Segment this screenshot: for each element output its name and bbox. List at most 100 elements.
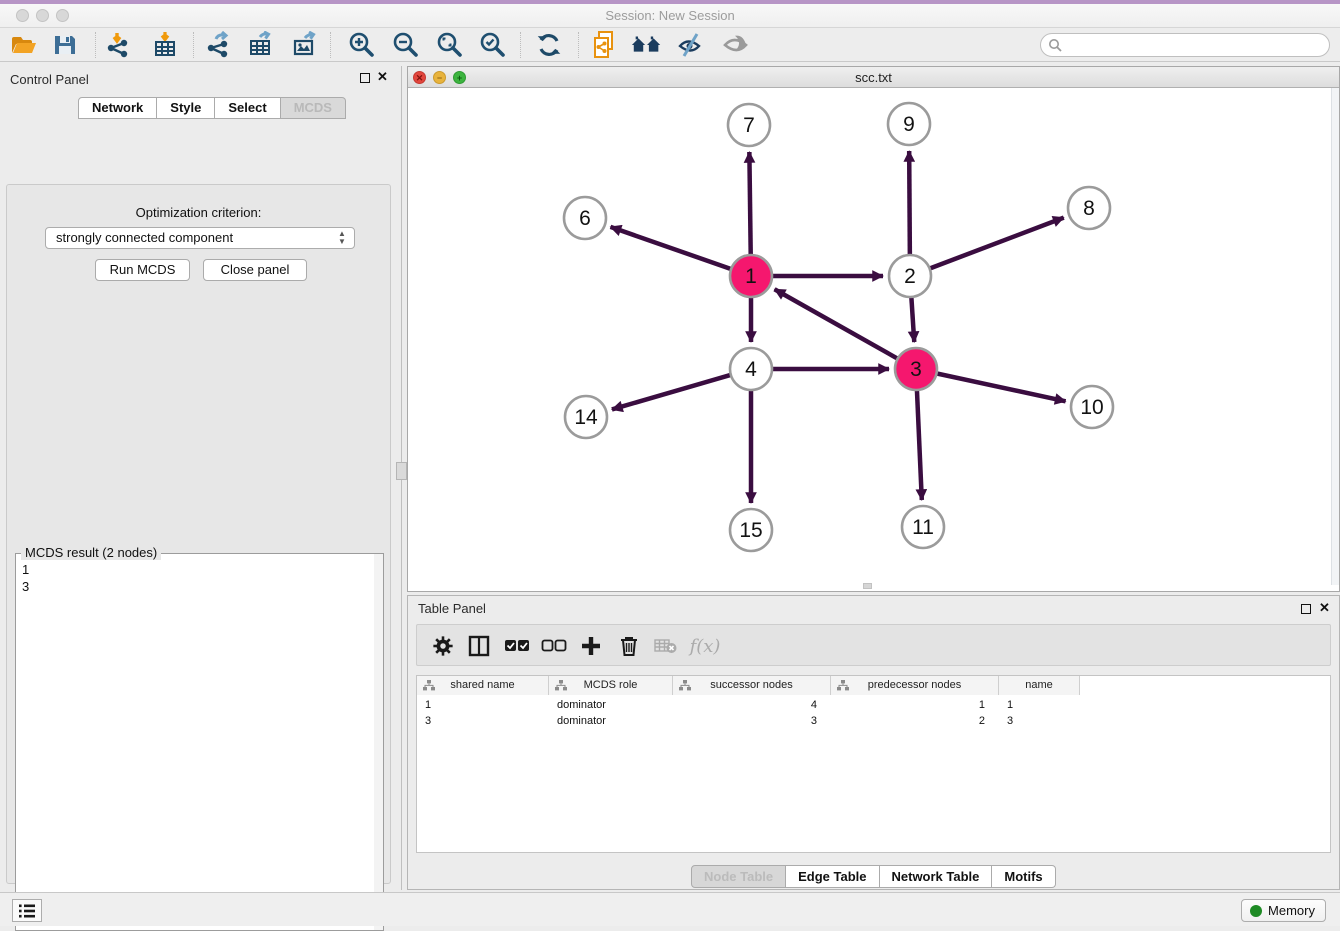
node-table: shared name MCDS role successor nodes pr… <box>416 675 1331 853</box>
svg-text:4: 4 <box>745 358 757 381</box>
edge-3-1[interactable] <box>775 289 900 359</box>
export-image-icon[interactable] <box>288 30 322 60</box>
edge-1-7[interactable] <box>749 152 750 257</box>
hierarchy-icon <box>555 680 567 691</box>
graph-node-15[interactable]: 15 <box>730 509 772 551</box>
graph-node-4[interactable]: 4 <box>730 348 772 390</box>
delete-column-icon[interactable] <box>613 631 645 661</box>
cell-predecessor-nodes[interactable]: 1 <box>831 697 999 713</box>
column-layout-icon[interactable] <box>463 631 495 661</box>
tab-motifs[interactable]: Motifs <box>992 865 1055 888</box>
graph-node-11[interactable]: 11 <box>902 506 944 548</box>
delete-table-icon[interactable] <box>650 631 682 661</box>
column-header-predecessor-nodes[interactable]: predecessor nodes <box>831 676 999 695</box>
float-table-panel-icon[interactable] <box>1301 604 1311 614</box>
graph-node-10[interactable]: 10 <box>1071 386 1113 428</box>
cell-shared-name[interactable]: 1 <box>417 697 549 713</box>
close-panel-icon[interactable]: ✕ <box>377 69 388 85</box>
close-panel-button[interactable]: Close panel <box>203 259 307 281</box>
network-from-selection-icon[interactable] <box>588 30 622 60</box>
tab-style[interactable]: Style <box>157 97 215 119</box>
column-header-name[interactable]: name <box>999 676 1080 695</box>
hide-selected-icon[interactable] <box>674 30 708 60</box>
show-all-icon[interactable] <box>719 30 753 60</box>
mcds-result-title: MCDS result (2 nodes) <box>21 545 161 560</box>
tab-mcds[interactable]: MCDS <box>281 97 346 119</box>
run-mcds-button[interactable]: Run MCDS <box>95 259 190 281</box>
edge-2-9[interactable] <box>909 151 910 257</box>
toolbar-separator <box>193 32 194 58</box>
graph-node-2[interactable]: 2 <box>889 255 931 297</box>
toolbar-separator <box>95 32 96 58</box>
toolbar-separator <box>578 32 579 58</box>
cell-shared-name[interactable]: 3 <box>417 713 549 729</box>
application-window: Session: New Session <box>0 0 1340 926</box>
cell-mcds-role[interactable]: dominator <box>549 713 673 729</box>
graph-node-3[interactable]: 3 <box>895 348 937 390</box>
result-scrollbar[interactable] <box>374 554 383 930</box>
cell-mcds-role[interactable]: dominator <box>549 697 673 713</box>
zoom-selected-icon[interactable] <box>476 30 510 60</box>
graph-node-1[interactable]: 1 <box>730 255 772 297</box>
edge-3-10[interactable] <box>935 373 1066 401</box>
table-row[interactable]: 1 dominator 4 1 1 <box>417 697 1080 713</box>
network-vertical-scrollbar[interactable] <box>1331 88 1339 585</box>
import-network-icon[interactable] <box>101 30 135 60</box>
table-row[interactable]: 3 dominator 3 2 3 <box>417 713 1080 729</box>
tab-network[interactable]: Network <box>78 97 157 119</box>
refresh-icon[interactable] <box>532 30 566 60</box>
list-icon <box>18 903 36 919</box>
cell-successor-nodes[interactable]: 3 <box>673 713 831 729</box>
mcds-result-lines: 1 3 <box>22 561 29 595</box>
float-panel-icon[interactable] <box>360 73 370 83</box>
network-horizontal-scroll-handle[interactable] <box>863 583 872 589</box>
cell-name[interactable]: 1 <box>999 697 1080 713</box>
column-header-successor-nodes[interactable]: successor nodes <box>673 676 831 695</box>
close-table-panel-icon[interactable]: ✕ <box>1319 600 1330 616</box>
export-table-icon[interactable] <box>244 30 278 60</box>
import-table-icon[interactable] <box>148 30 182 60</box>
tab-edge-table[interactable]: Edge Table <box>786 865 879 888</box>
edge-3-11[interactable] <box>917 388 922 500</box>
cell-successor-nodes[interactable]: 4 <box>673 697 831 713</box>
add-column-icon[interactable] <box>575 631 607 661</box>
column-header-mcds-role[interactable]: MCDS role <box>549 676 673 695</box>
select-all-icon[interactable] <box>501 631 533 661</box>
edge-2-8[interactable] <box>928 218 1064 270</box>
edge-2-3[interactable] <box>911 295 914 342</box>
column-header-shared-name[interactable]: shared name <box>417 676 549 695</box>
table-header-row: shared name MCDS role successor nodes pr… <box>417 676 1080 695</box>
mcds-result-area[interactable] <box>15 553 384 931</box>
hierarchy-icon <box>423 680 435 691</box>
tab-network-table[interactable]: Network Table <box>880 865 993 888</box>
tab-select[interactable]: Select <box>215 97 280 119</box>
search-input[interactable] <box>1067 35 1322 55</box>
graph-node-6[interactable]: 6 <box>564 197 606 239</box>
zoom-fit-icon[interactable] <box>433 30 467 60</box>
graph-node-7[interactable]: 7 <box>728 104 770 146</box>
edge-4-14[interactable] <box>612 374 733 409</box>
deselect-all-icon[interactable] <box>538 631 570 661</box>
save-session-icon[interactable] <box>48 30 82 60</box>
zoom-out-icon[interactable] <box>389 30 423 60</box>
graph-node-14[interactable]: 14 <box>565 396 607 438</box>
tab-node-table[interactable]: Node Table <box>691 865 786 888</box>
graph-node-8[interactable]: 8 <box>1068 187 1110 229</box>
cell-predecessor-nodes[interactable]: 2 <box>831 713 999 729</box>
app-menu-button[interactable] <box>12 899 42 922</box>
network-window-titlebar[interactable]: ✕ − + scc.txt <box>408 67 1339 88</box>
edge-1-6[interactable] <box>610 227 733 270</box>
gear-icon[interactable] <box>427 631 459 661</box>
export-network-icon[interactable] <box>201 30 235 60</box>
cell-name[interactable]: 3 <box>999 713 1080 729</box>
first-neighbors-icon[interactable] <box>630 30 664 60</box>
network-canvas[interactable]: 1 2 3 4 6 7 8 9 10 11 14 15 <box>408 88 1339 585</box>
zoom-in-icon[interactable] <box>345 30 379 60</box>
divider-grip[interactable] <box>396 462 407 480</box>
optimization-criterion-select[interactable]: strongly connected component ▲▼ <box>45 227 355 249</box>
function-builder-icon[interactable]: f(x) <box>689 631 721 661</box>
search-field[interactable] <box>1040 33 1330 57</box>
graph-node-9[interactable]: 9 <box>888 103 930 145</box>
memory-button[interactable]: Memory <box>1241 899 1326 922</box>
open-session-icon[interactable] <box>6 30 40 60</box>
